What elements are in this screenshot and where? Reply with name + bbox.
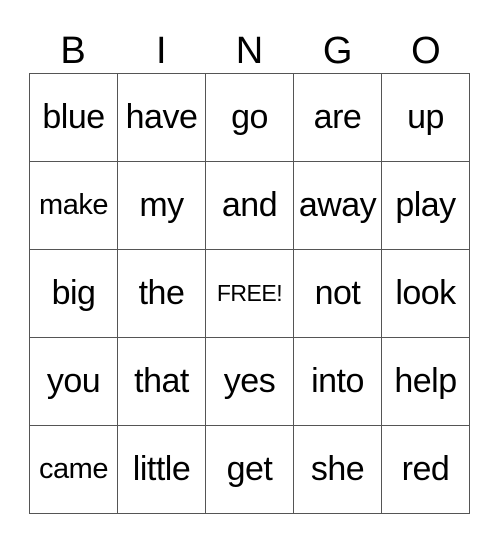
header-letter-g: G bbox=[322, 30, 353, 72]
bingo-cell[interactable]: my bbox=[118, 162, 206, 250]
bingo-cell[interactable]: help bbox=[382, 338, 470, 426]
bingo-cell[interactable]: she bbox=[294, 426, 382, 514]
bingo-cell[interactable]: blue bbox=[30, 74, 118, 162]
bingo-grid: blue have go are up make my and away pla… bbox=[29, 73, 470, 514]
bingo-cell[interactable]: that bbox=[118, 338, 206, 426]
bingo-header: B I N G O bbox=[29, 30, 470, 73]
bingo-cell[interactable]: and bbox=[206, 162, 294, 250]
bingo-cell[interactable]: you bbox=[30, 338, 118, 426]
bingo-cell[interactable]: get bbox=[206, 426, 294, 514]
bingo-cell[interactable]: have bbox=[118, 74, 206, 162]
bingo-cell[interactable]: came bbox=[30, 426, 118, 514]
header-letter-b: B bbox=[60, 30, 86, 72]
bingo-cell[interactable]: look bbox=[382, 250, 470, 338]
bingo-cell[interactable]: not bbox=[294, 250, 382, 338]
bingo-cell[interactable]: play bbox=[382, 162, 470, 250]
bingo-cell[interactable]: yes bbox=[206, 338, 294, 426]
bingo-cell[interactable]: up bbox=[382, 74, 470, 162]
bingo-cell[interactable]: go bbox=[206, 74, 294, 162]
bingo-cell[interactable]: away bbox=[294, 162, 382, 250]
bingo-cell[interactable]: little bbox=[118, 426, 206, 514]
bingo-cell[interactable]: red bbox=[382, 426, 470, 514]
bingo-cell[interactable]: the bbox=[118, 250, 206, 338]
header-letter-i: I bbox=[156, 30, 167, 72]
bingo-cell[interactable]: into bbox=[294, 338, 382, 426]
header-letter-o: O bbox=[411, 30, 441, 72]
free-space-cell[interactable]: FREE! bbox=[206, 250, 294, 338]
bingo-cell[interactable]: make bbox=[30, 162, 118, 250]
bingo-cell[interactable]: big bbox=[30, 250, 118, 338]
bingo-cell[interactable]: are bbox=[294, 74, 382, 162]
header-letter-n: N bbox=[235, 30, 264, 72]
